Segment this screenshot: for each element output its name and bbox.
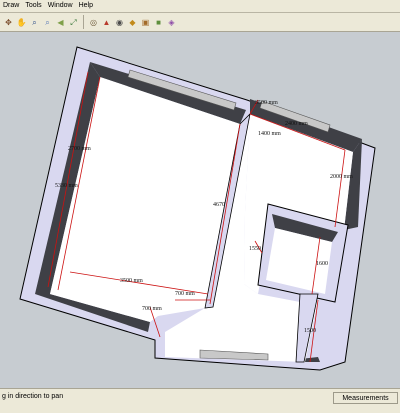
menu-help[interactable]: Help bbox=[76, 0, 96, 12]
status-text: g in direction to pan bbox=[2, 393, 64, 400]
menu-draw[interactable]: Draw bbox=[0, 0, 22, 12]
zoom-window-icon[interactable]: ⌕ bbox=[42, 17, 53, 28]
zoom-icon[interactable]: ⌕ bbox=[29, 17, 40, 28]
dim-2400-top: 2400 mm bbox=[285, 121, 308, 127]
dim-4670: 4670 bbox=[213, 202, 225, 208]
dim-5330: 5330 mm bbox=[55, 183, 78, 189]
look-around-icon[interactable]: ◉ bbox=[114, 17, 125, 28]
position-camera-icon[interactable]: ◎ bbox=[88, 17, 99, 28]
menu-tools[interactable]: Tools bbox=[22, 0, 44, 12]
pan-icon[interactable]: ✋ bbox=[16, 17, 27, 28]
menu-bar: Draw Tools Window Help bbox=[0, 0, 400, 13]
toolbar: ✥ ✋ ⌕ ⌕ ◀ ⤢ ◎ ▲ ◉ ◆ ▣ ■ ◈ bbox=[0, 13, 400, 32]
dim-2000-right: 2000 mm bbox=[330, 174, 353, 180]
menu-window[interactable]: Window bbox=[45, 0, 76, 12]
components-icon[interactable]: ■ bbox=[153, 17, 164, 28]
toolbar-separator bbox=[83, 15, 84, 29]
orbit-icon[interactable]: ✥ bbox=[3, 17, 14, 28]
section-plane-icon[interactable]: ◆ bbox=[127, 17, 138, 28]
previous-view-icon[interactable]: ◀ bbox=[55, 17, 66, 28]
dim-1550: 1550 bbox=[249, 246, 261, 252]
dim-700-mid: 700 mm bbox=[175, 291, 195, 297]
scale-icon[interactable]: ▣ bbox=[140, 17, 151, 28]
measurements-box[interactable]: Measurements bbox=[333, 392, 398, 404]
dim-1500: 1500 bbox=[304, 328, 316, 334]
dim-1600: 1600 bbox=[316, 261, 328, 267]
dim-2700-left: 2700 mm bbox=[68, 146, 91, 152]
floor-plan-model: 3500 mm 2400 mm 1400 mm 2700 mm 5330 mm … bbox=[19, 46, 376, 371]
walk-icon[interactable]: ▲ bbox=[101, 17, 112, 28]
dim-3500-top: 3500 mm bbox=[255, 100, 278, 106]
dim-3500-bottom: 3500 mm bbox=[120, 278, 143, 284]
drawing-viewport[interactable]: 3500 mm 2400 mm 1400 mm 2700 mm 5330 mm … bbox=[0, 32, 400, 388]
dim-700-door: 700 mm bbox=[142, 306, 162, 312]
dim-1400: 1400 mm bbox=[258, 131, 281, 137]
status-bar: g in direction to pan Measurements bbox=[0, 388, 400, 413]
zoom-extents-icon[interactable]: ⤢ bbox=[68, 17, 79, 28]
materials-icon[interactable]: ◈ bbox=[166, 17, 177, 28]
